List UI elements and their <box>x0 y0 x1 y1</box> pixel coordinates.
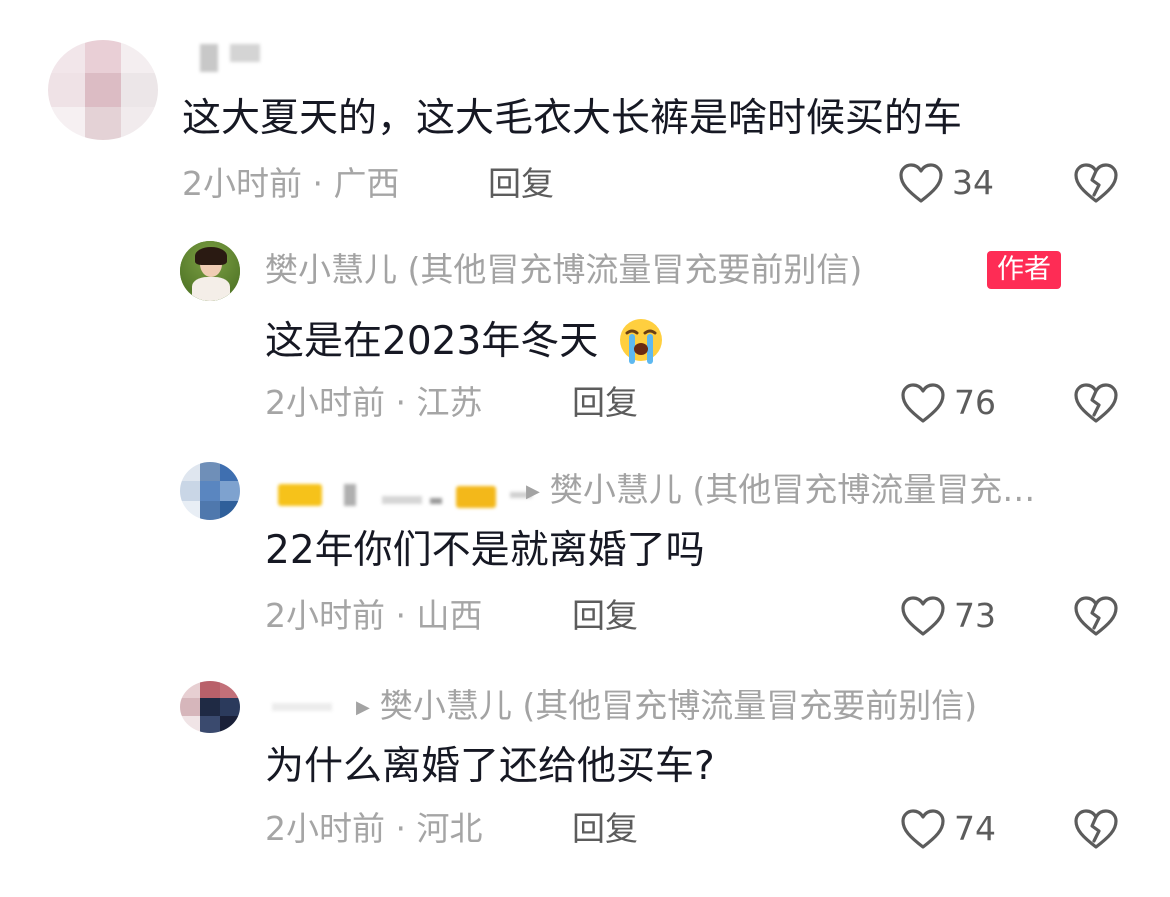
timestamp: 2小时前 <box>265 809 385 848</box>
separator: · <box>395 596 407 635</box>
location: 江苏 <box>416 383 483 422</box>
avatar[interactable] <box>48 40 158 140</box>
separator: · <box>395 809 407 848</box>
like-count: 76 <box>954 383 996 422</box>
comment-meta: 2小时前 · 广西 <box>182 164 400 204</box>
like-count: 34 <box>952 163 994 202</box>
comment-text: 为什么离婚了还给他买车? <box>265 744 715 789</box>
comment-meta: 2小时前 · 江苏 <box>265 383 483 423</box>
author-name[interactable]: 樊小慧儿 (其他冒充博流量冒充要前别信) <box>265 250 862 290</box>
comment-meta: 2小时前 · 河北 <box>265 809 483 849</box>
username-redacted[interactable] <box>200 42 260 74</box>
reply-arrow-icon: ▶ <box>526 480 540 502</box>
heart-icon <box>901 809 945 849</box>
dislike-button[interactable] <box>1073 382 1119 428</box>
like-count: 73 <box>954 596 996 635</box>
broken-heart-icon <box>1074 163 1118 203</box>
comment-text: 22年你们不是就离婚了吗 <box>265 528 705 573</box>
heart-icon <box>901 383 945 423</box>
comment-text: 这是在2023年冬天 <box>265 316 669 365</box>
dislike-button[interactable] <box>1073 595 1119 641</box>
separator: · <box>395 383 407 422</box>
avatar[interactable] <box>180 241 240 301</box>
location: 河北 <box>416 809 483 848</box>
broken-heart-icon <box>1074 383 1118 423</box>
like-button[interactable]: 73 <box>900 595 996 637</box>
author-badge: 作者 <box>987 251 1061 289</box>
reply-button[interactable]: 回复 <box>488 164 554 204</box>
timestamp: 2小时前 <box>265 383 385 422</box>
crying-face-icon <box>619 319 662 364</box>
avatar[interactable] <box>180 462 240 520</box>
heart-icon <box>901 596 945 636</box>
reply-button[interactable]: 回复 <box>572 596 638 636</box>
like-button[interactable]: 34 <box>898 162 994 204</box>
avatar[interactable] <box>180 681 240 733</box>
reply-button[interactable]: 回复 <box>572 383 638 423</box>
timestamp: 2小时前 <box>182 164 302 203</box>
reply-to-name: 樊小慧儿 (其他冒充博流量冒充要前别信) <box>379 686 978 725</box>
reply-to-name: 樊小慧儿 (其他冒充博流量冒充… <box>549 470 1036 509</box>
comment-meta: 2小时前 · 山西 <box>265 596 483 636</box>
dislike-button[interactable] <box>1073 162 1119 208</box>
like-button[interactable]: 76 <box>900 382 996 424</box>
dislike-button[interactable] <box>1073 808 1119 854</box>
like-button[interactable]: 74 <box>900 808 996 850</box>
comment-text: 这大夏天的，这大毛衣大长裤是啥时候买的车 <box>182 96 963 141</box>
heart-icon <box>899 163 943 203</box>
timestamp: 2小时前 <box>265 596 385 635</box>
location: 山西 <box>416 596 483 635</box>
username-redacted[interactable] <box>272 695 342 719</box>
reply-arrow-icon: ▶ <box>356 696 370 718</box>
broken-heart-icon <box>1074 809 1118 849</box>
like-count: 74 <box>954 809 996 848</box>
reply-to[interactable]: ▶ 樊小慧儿 (其他冒充博流量冒充要前别信) <box>350 686 977 728</box>
username-redacted[interactable] <box>270 480 540 510</box>
comment-text-content: 这是在2023年冬天 <box>265 319 599 364</box>
reply-button[interactable]: 回复 <box>572 809 638 849</box>
separator: · <box>312 164 324 203</box>
reply-to[interactable]: ▶ 樊小慧儿 (其他冒充博流量冒充… <box>520 470 1035 512</box>
broken-heart-icon <box>1074 596 1118 636</box>
location: 广西 <box>333 164 400 203</box>
